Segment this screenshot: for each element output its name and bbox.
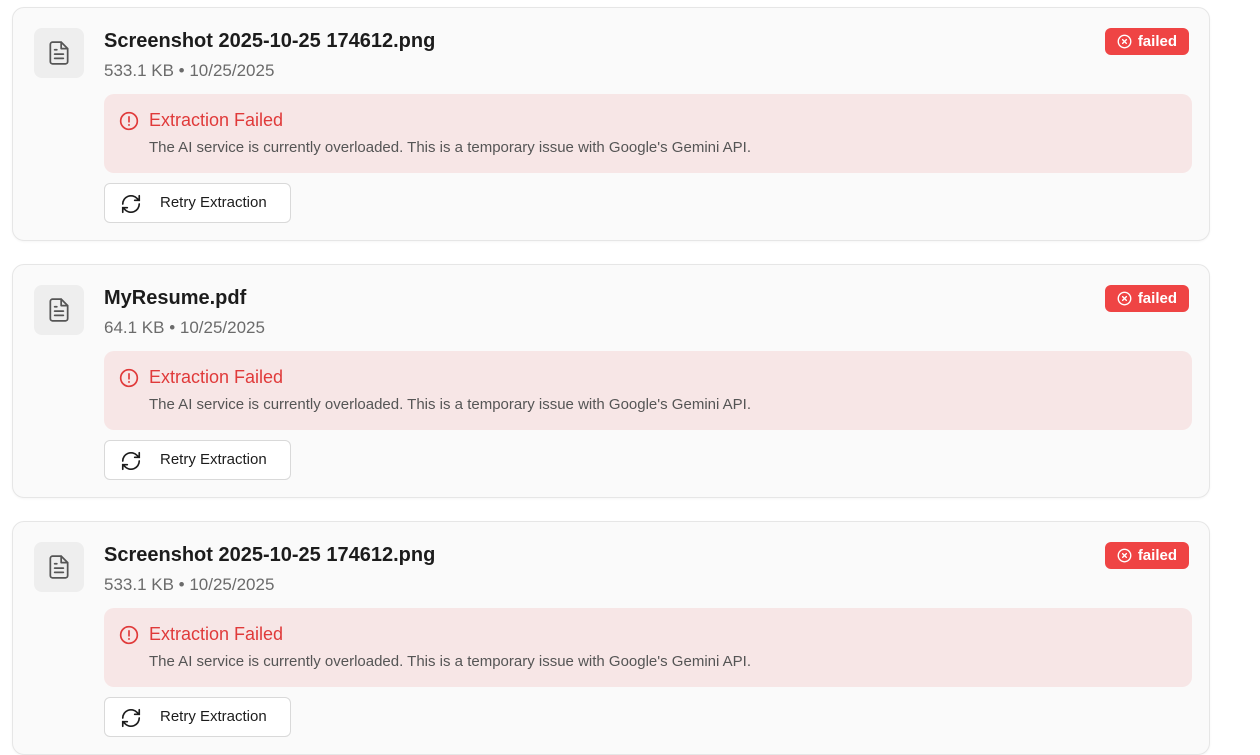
file-icon bbox=[34, 285, 84, 335]
x-circle-icon bbox=[1117, 34, 1132, 49]
file-name: Screenshot 2025-10-25 174612.png bbox=[104, 30, 436, 52]
error-title: Extraction Failed bbox=[149, 110, 284, 130]
file-card: Screenshot 2025-10-25 174612.png 533.1 K… bbox=[12, 7, 1210, 241]
error-title: Extraction Failed bbox=[149, 624, 284, 644]
status-label: failed bbox=[1137, 290, 1177, 307]
error-title: Extraction Failed bbox=[149, 367, 284, 387]
file-name: Screenshot 2025-10-25 174612.png bbox=[104, 544, 436, 566]
status-label: failed bbox=[1137, 33, 1177, 50]
status-badge: failed bbox=[1104, 28, 1189, 55]
x-circle-icon bbox=[1117, 291, 1132, 306]
retry-button-label: Retry Extraction bbox=[160, 708, 267, 725]
error-message: The AI service is currently overloaded. … bbox=[149, 653, 752, 670]
file-meta: 64.1 KB • 10/25/2025 bbox=[104, 318, 265, 337]
alert-circle-icon bbox=[119, 625, 139, 645]
error-alert: Extraction Failed The AI service is curr… bbox=[104, 608, 1192, 687]
status-badge: failed bbox=[1104, 542, 1189, 569]
file-meta: 533.1 KB • 10/25/2025 bbox=[104, 61, 275, 80]
file-icon bbox=[34, 28, 84, 78]
retry-extraction-button[interactable]: Retry Extraction bbox=[104, 183, 291, 223]
status-badge: failed bbox=[1104, 285, 1189, 312]
error-message: The AI service is currently overloaded. … bbox=[149, 139, 752, 156]
alert-circle-icon bbox=[119, 368, 139, 388]
file-card: Screenshot 2025-10-25 174612.png 533.1 K… bbox=[12, 521, 1210, 755]
refresh-icon bbox=[121, 708, 141, 728]
file-meta: 533.1 KB • 10/25/2025 bbox=[104, 575, 275, 594]
refresh-icon bbox=[121, 194, 141, 214]
file-name: MyResume.pdf bbox=[104, 287, 247, 309]
x-circle-icon bbox=[1117, 548, 1132, 563]
refresh-icon bbox=[121, 451, 141, 471]
status-label: failed bbox=[1137, 547, 1177, 564]
retry-extraction-button[interactable]: Retry Extraction bbox=[104, 697, 291, 737]
retry-button-label: Retry Extraction bbox=[160, 451, 267, 468]
error-message: The AI service is currently overloaded. … bbox=[149, 396, 752, 413]
retry-extraction-button[interactable]: Retry Extraction bbox=[104, 440, 291, 480]
alert-circle-icon bbox=[119, 111, 139, 131]
retry-button-label: Retry Extraction bbox=[160, 194, 267, 211]
error-alert: Extraction Failed The AI service is curr… bbox=[104, 351, 1192, 430]
file-icon bbox=[34, 542, 84, 592]
error-alert: Extraction Failed The AI service is curr… bbox=[104, 94, 1192, 173]
file-card: MyResume.pdf 64.1 KB • 10/25/2025 failed… bbox=[12, 264, 1210, 498]
